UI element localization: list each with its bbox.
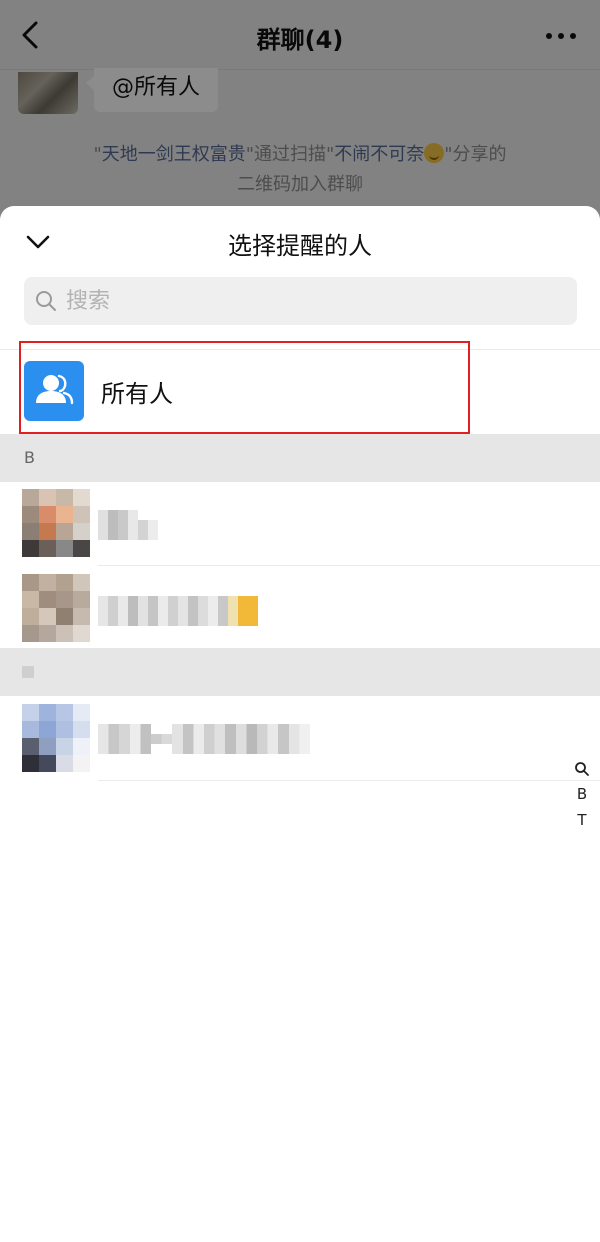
section-header-2 <box>0 648 600 696</box>
member-item-3[interactable] <box>0 696 600 781</box>
search-input[interactable] <box>66 277 566 325</box>
member-name-1 <box>98 510 158 540</box>
member-avatar-1 <box>22 489 90 557</box>
modal-overlay[interactable] <box>0 0 600 230</box>
row-divider <box>98 780 600 781</box>
index-item-b[interactable]: B <box>572 781 592 807</box>
member-name-3 <box>98 724 310 754</box>
member-name-2 <box>98 596 258 626</box>
group-people-icon <box>24 361 84 421</box>
mention-picker-sheet: 选择提醒的人 所有人 B <box>0 206 600 1242</box>
member-avatar-2 <box>22 574 90 642</box>
member-item-2[interactable] <box>0 566 600 650</box>
mention-everyone-label: 所有人 <box>101 380 173 408</box>
member-item-1[interactable] <box>0 482 600 566</box>
alphabet-index-bar[interactable]: B T <box>572 756 592 833</box>
section-letter: B <box>24 448 35 467</box>
sheet-title: 选择提醒的人 <box>228 232 372 260</box>
member-avatar-3 <box>22 704 90 772</box>
index-item-t[interactable]: T <box>572 807 592 833</box>
section-header-b: B <box>0 434 600 482</box>
mention-everyone-item[interactable]: 所有人 <box>0 350 600 434</box>
search-icon <box>36 291 56 311</box>
index-search-icon[interactable] <box>574 761 590 777</box>
blurred-section-letter <box>22 666 34 678</box>
search-bar[interactable] <box>24 277 577 325</box>
